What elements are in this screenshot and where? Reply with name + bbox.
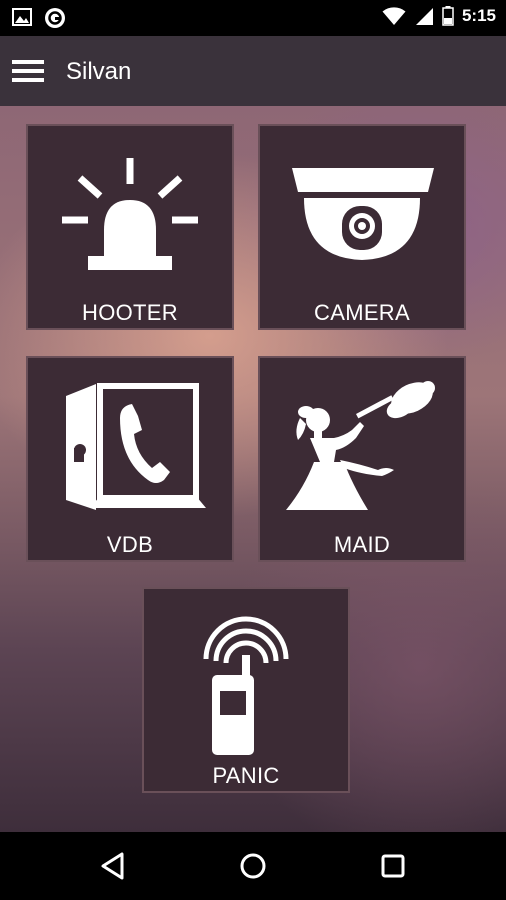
home-icon: [240, 853, 266, 879]
recents-icon: [381, 854, 405, 878]
hooter-tile[interactable]: HOOTER: [26, 124, 234, 330]
battery-icon: [442, 6, 454, 26]
app-title: Silvan: [66, 58, 132, 85]
image-icon: [12, 8, 32, 26]
app-notification-icon: [45, 8, 65, 28]
siren-icon: [62, 158, 198, 270]
system-nav-bar: [0, 832, 506, 900]
menu-button[interactable]: [12, 57, 46, 85]
dome-camera-icon: [292, 168, 434, 260]
camera-label: CAMERA: [314, 300, 410, 325]
panic-phone-icon: [203, 616, 289, 755]
maid-icon: [286, 381, 435, 510]
maid-tile[interactable]: MAID: [258, 356, 466, 562]
hooter-label: HOOTER: [82, 300, 178, 325]
recents-button[interactable]: [376, 849, 410, 883]
panic-tile[interactable]: PANIC: [142, 587, 350, 793]
maid-label: MAID: [333, 532, 391, 557]
wifi-icon: [382, 7, 406, 25]
content-area: HOOTER CAMERA VDB MAID PANIC: [0, 106, 506, 832]
door-phone-icon: [66, 383, 206, 510]
home-button[interactable]: [236, 849, 270, 883]
cell-signal-icon: [415, 8, 433, 25]
app-bar: Silvan: [0, 36, 506, 106]
hamburger-menu-icon: [12, 60, 44, 82]
back-button[interactable]: [96, 849, 130, 883]
vdb-label: VDB: [106, 532, 154, 557]
panic-label: PANIC: [212, 763, 280, 788]
status-time: 5:15: [461, 6, 496, 25]
camera-tile[interactable]: CAMERA: [258, 124, 466, 330]
vdb-tile[interactable]: VDB: [26, 356, 234, 562]
back-icon: [101, 852, 124, 880]
status-bar: 5:15: [0, 0, 506, 36]
